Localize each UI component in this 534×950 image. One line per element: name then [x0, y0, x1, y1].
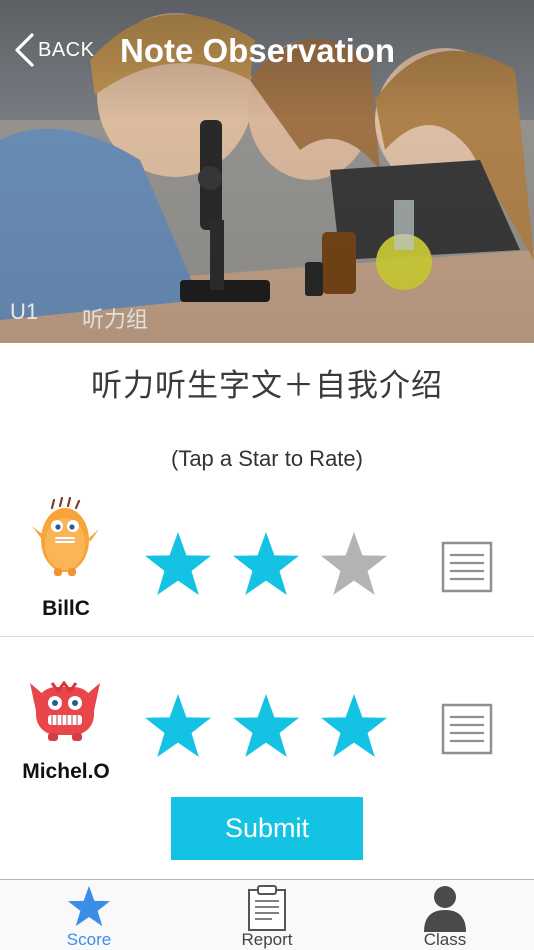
- rating-star-icon[interactable]: [142, 529, 214, 601]
- tab-label: Score: [66, 930, 112, 949]
- tab-report[interactable]: Report: [178, 880, 356, 950]
- unit-label: U1: [10, 299, 39, 324]
- rating-hint: (Tap a Star to Rate): [171, 446, 363, 471]
- lesson-title: 听力听生字文＋自我介绍: [91, 368, 443, 404]
- notes-icon[interactable]: [441, 703, 493, 755]
- submit-button[interactable]: Submit: [171, 797, 363, 860]
- star-icon: [67, 885, 111, 927]
- rating-star-icon[interactable]: [318, 691, 390, 763]
- chevron-left-icon: [15, 33, 34, 67]
- person-icon: [424, 886, 466, 932]
- student-name: Michel.O: [22, 760, 110, 783]
- orange-monster-avatar: [32, 496, 99, 576]
- student-row: BillC: [0, 490, 534, 637]
- student-row: Michel.O: [0, 655, 534, 805]
- notes-icon[interactable]: [441, 541, 493, 593]
- tab-label: Report: [241, 930, 293, 949]
- clipboard-icon: [248, 885, 286, 931]
- student-name: BillC: [42, 597, 90, 620]
- tab-class[interactable]: Class: [356, 880, 534, 950]
- hero-banner: BACK Note Observation U1 听力组: [0, 0, 534, 343]
- page-title: Note Observation: [120, 32, 396, 69]
- tab-bar: Score Report Class: [0, 879, 534, 950]
- rating-star-icon[interactable]: [230, 529, 302, 601]
- red-monster-avatar: [30, 680, 100, 741]
- rating-star-icon[interactable]: [318, 529, 390, 601]
- rating-star-icon[interactable]: [230, 691, 302, 763]
- back-button[interactable]: BACK: [12, 30, 94, 70]
- group-label: 听力组: [82, 308, 149, 333]
- back-label: BACK: [38, 38, 95, 61]
- tab-label: Class: [423, 930, 467, 949]
- rating-star-icon[interactable]: [142, 691, 214, 763]
- tab-score[interactable]: Score: [0, 880, 178, 950]
